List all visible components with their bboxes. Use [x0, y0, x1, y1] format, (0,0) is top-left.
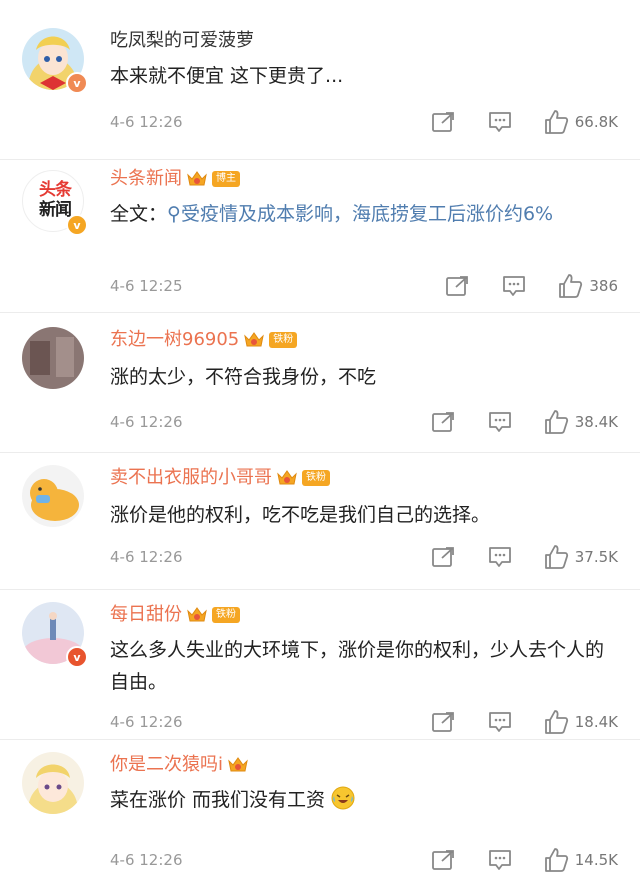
reply-button[interactable]: [487, 848, 513, 872]
comment-text: 菜在涨价 而我们没有工资: [110, 784, 610, 816]
verified-badge-icon: v: [66, 646, 88, 668]
user-badge: 铁粉: [212, 607, 240, 623]
like-count: 66.8K: [574, 113, 618, 131]
user-badge: 博主: [212, 171, 240, 187]
timestamp: 4-6 12:26: [110, 413, 183, 431]
like-count: 37.5K: [574, 548, 618, 566]
like-icon: [543, 544, 569, 570]
crown-icon: [243, 330, 265, 350]
reply-button[interactable]: [501, 274, 527, 298]
comment-text-body: 菜在涨价 而我们没有工资: [110, 789, 326, 811]
crown-icon: [227, 755, 249, 775]
comment-item: 东边一树96905 铁粉 涨的太少，不符合我身份，不吃 4-6 12:26 38…: [0, 313, 640, 453]
user-badge: 铁粉: [302, 470, 330, 486]
like-button[interactable]: 66.8K: [543, 109, 618, 135]
comment-item: v 吃凤梨的可爱菠萝 本来就不便宜 这下更贵了... 4-6 12:26 66.…: [0, 0, 640, 160]
comment-icon: [487, 410, 513, 434]
avatar-text: 新闻: [39, 200, 72, 220]
share-button[interactable]: [431, 410, 457, 434]
reply-button[interactable]: [487, 410, 513, 434]
like-count: 14.5K: [574, 851, 618, 869]
verified-badge-icon: v: [66, 214, 88, 236]
like-count: 386: [589, 277, 618, 295]
share-icon: [431, 545, 457, 569]
comment-item: 头条 新闻 v 头条新闻 博主 全文：⚲受疫情及成本影响，海底捞复工后涨价约6%…: [0, 160, 640, 313]
comment-text: 涨价是他的权利，吃不吃是我们自己的选择。: [110, 504, 491, 526]
article-link[interactable]: 受疫情及成本影响，海底捞复工后涨价约6%: [181, 203, 553, 225]
comment-icon: [501, 274, 527, 298]
comment-text: 全文：⚲受疫情及成本影响，海底捞复工后涨价约6%: [110, 198, 610, 230]
crown-icon: [276, 468, 298, 488]
comment-item: 你是二次猿吗i 菜在涨价 而我们没有工资 4-6 12:26 14.5K: [0, 740, 640, 875]
text-prefix: 全文：: [110, 203, 168, 225]
like-button[interactable]: 37.5K: [543, 544, 618, 570]
like-icon: [543, 709, 569, 735]
avatar[interactable]: [22, 752, 84, 814]
like-icon: [543, 847, 569, 873]
vip-badge-icon: v: [66, 72, 88, 94]
share-icon: [431, 410, 457, 434]
comment-list: v 吃凤梨的可爱菠萝 本来就不便宜 这下更贵了... 4-6 12:26 66.…: [0, 0, 640, 875]
comment-icon: [487, 710, 513, 734]
like-count: 38.4K: [574, 413, 618, 431]
comment-text: 涨的太少，不符合我身份，不吃: [110, 366, 377, 388]
like-icon: [557, 273, 583, 299]
like-icon: [543, 409, 569, 435]
laugh-cry-emoji-icon: [331, 786, 355, 810]
comment-icon: [487, 545, 513, 569]
share-button[interactable]: [431, 545, 457, 569]
username[interactable]: 吃凤梨的可爱菠萝: [110, 28, 254, 54]
username[interactable]: 东边一树96905: [110, 327, 239, 353]
comment-text: 这么多人失业的大环境下，涨价是你的权利，少人去个人的自由。: [110, 639, 605, 693]
crown-icon: [186, 169, 208, 189]
share-icon: [445, 274, 471, 298]
like-button[interactable]: 38.4K: [543, 409, 618, 435]
reply-button[interactable]: [487, 110, 513, 134]
avatar[interactable]: [22, 327, 84, 389]
timestamp: 4-6 12:26: [110, 713, 183, 731]
like-button[interactable]: 18.4K: [543, 709, 618, 735]
comment-text: 本来就不便宜 这下更贵了...: [110, 65, 344, 87]
timestamp: 4-6 12:26: [110, 548, 183, 566]
username[interactable]: 每日甜份: [110, 602, 182, 628]
like-count: 18.4K: [574, 713, 618, 731]
timestamp: 4-6 12:26: [110, 851, 183, 869]
link-icon[interactable]: ⚲: [167, 203, 181, 225]
share-icon: [431, 110, 457, 134]
comment-item: 卖不出衣服的小哥哥 铁粉 涨价是他的权利，吃不吃是我们自己的选择。 4-6 12…: [0, 453, 640, 590]
comment-icon: [487, 110, 513, 134]
share-button[interactable]: [431, 848, 457, 872]
share-button[interactable]: [431, 710, 457, 734]
share-button[interactable]: [445, 274, 471, 298]
like-icon: [543, 109, 569, 135]
user-badge: 铁粉: [269, 332, 298, 348]
avatar[interactable]: [22, 465, 84, 527]
comment-item: v 每日甜份 铁粉 这么多人失业的大环境下，涨价是你的权利，少人去个人的自由。 …: [0, 590, 640, 740]
share-icon: [431, 848, 457, 872]
share-icon: [431, 710, 457, 734]
like-button[interactable]: 14.5K: [543, 847, 618, 873]
reply-button[interactable]: [487, 545, 513, 569]
avatar-text: 头条: [39, 180, 72, 200]
username[interactable]: 你是二次猿吗i: [110, 752, 223, 778]
comment-icon: [487, 848, 513, 872]
crown-icon: [186, 605, 208, 625]
share-button[interactable]: [431, 110, 457, 134]
timestamp: 4-6 12:25: [110, 277, 183, 295]
like-button[interactable]: 386: [557, 273, 618, 299]
username[interactable]: 头条新闻: [110, 166, 182, 192]
username[interactable]: 卖不出衣服的小哥哥: [110, 465, 272, 491]
reply-button[interactable]: [487, 710, 513, 734]
timestamp: 4-6 12:26: [110, 113, 183, 131]
